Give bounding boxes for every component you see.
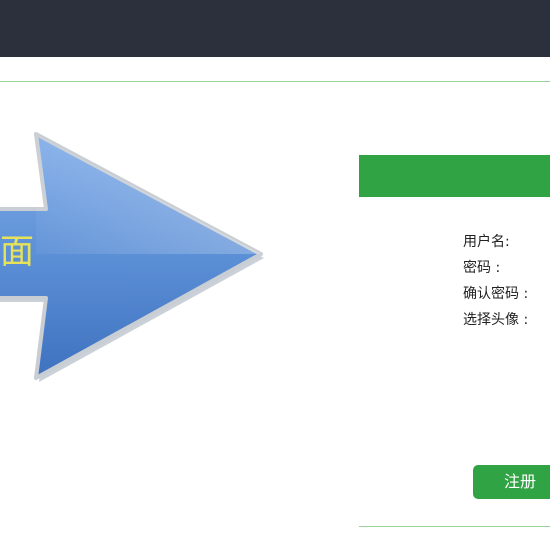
register-page: 面 用户名: 密码 : 确认密码 : 选择头像 : 注册 xyxy=(0,0,550,550)
form-header-bar xyxy=(359,155,550,197)
arrow-caption: 面 xyxy=(0,232,34,272)
confirm-password-label: 确认密码 : xyxy=(463,286,529,302)
register-form-fields: 用户名: 密码 : 确认密码 : 选择头像 : xyxy=(463,229,528,333)
username-label: 用户名: xyxy=(463,234,510,250)
form-footer-divider xyxy=(359,526,550,527)
choose-avatar-label: 选择头像 : xyxy=(463,312,529,328)
password-label: 密码 : xyxy=(463,260,501,276)
register-button[interactable]: 注册 xyxy=(473,465,550,499)
